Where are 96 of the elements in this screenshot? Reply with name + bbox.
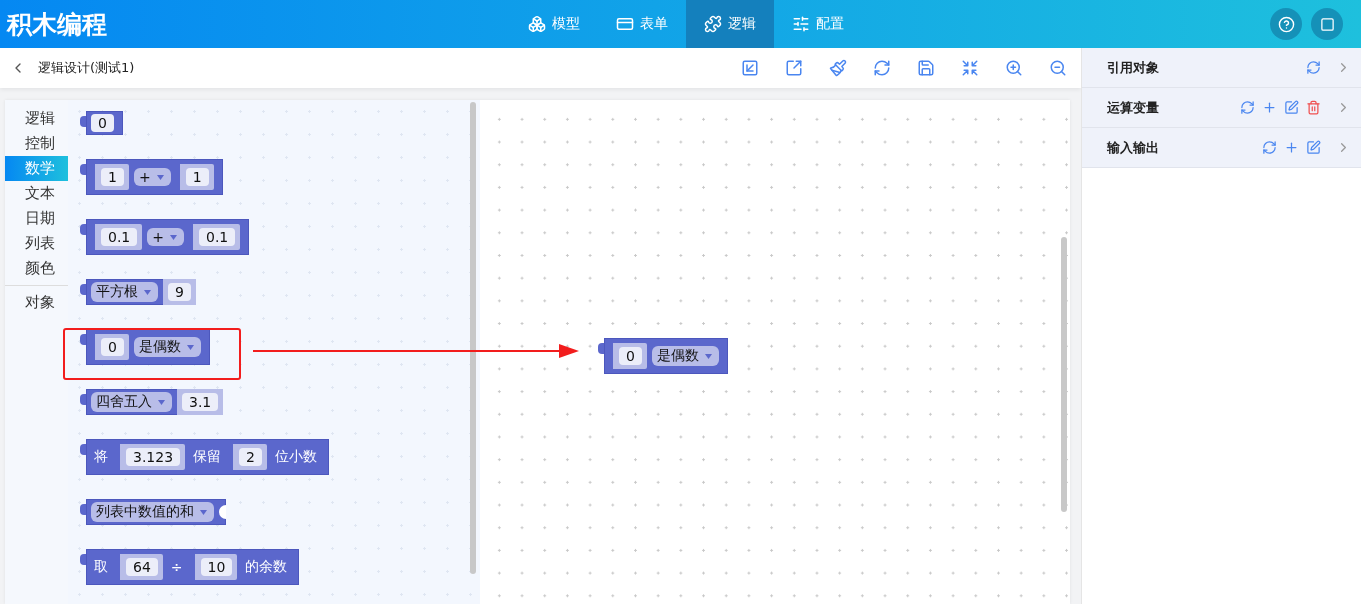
panel-row[interactable]: 引用对象 xyxy=(1082,48,1361,88)
number-field[interactable]: 1 xyxy=(101,168,124,186)
block-connector xyxy=(598,343,604,354)
panel-row[interactable]: 运算变量 xyxy=(1082,88,1361,128)
caret-icon xyxy=(704,353,712,359)
code-block[interactable]: 0.1 + 0.1 xyxy=(86,219,250,255)
help-icon xyxy=(1277,15,1295,33)
edit-icon[interactable] xyxy=(1284,100,1299,115)
panel-title: 输入输出 xyxy=(1107,138,1159,157)
caret-icon xyxy=(186,344,194,350)
block-connector xyxy=(80,504,86,515)
puzzle-icon xyxy=(704,15,722,33)
export-icon[interactable] xyxy=(785,59,803,77)
category-item[interactable]: 日期 xyxy=(5,206,68,231)
card-icon xyxy=(616,15,634,33)
app-title: 积木编程 xyxy=(5,8,108,41)
save-icon[interactable] xyxy=(917,59,935,77)
scrollbar[interactable] xyxy=(1061,237,1067,512)
dropdown[interactable]: 是偶数 xyxy=(133,337,201,357)
category-item[interactable]: 控制 xyxy=(5,131,68,156)
number-field[interactable]: 0.1 xyxy=(101,228,138,246)
panel-title: 引用对象 xyxy=(1107,58,1159,77)
category-item[interactable]: 对象 xyxy=(5,290,68,315)
block-connector xyxy=(80,444,86,455)
trash-icon[interactable] xyxy=(1306,100,1321,115)
caret-icon xyxy=(144,289,151,295)
hexagons-icon xyxy=(528,15,546,33)
refresh-icon[interactable] xyxy=(1306,60,1321,75)
number-field[interactable]: 3.123 xyxy=(126,448,181,466)
square-icon xyxy=(1319,16,1335,32)
caret-icon xyxy=(156,174,164,180)
code-block[interactable]: 0 是偶数 xyxy=(86,329,210,365)
edit-icon[interactable] xyxy=(1306,140,1321,155)
block-connector xyxy=(80,334,86,345)
dropdown[interactable]: + xyxy=(133,168,171,186)
code-block[interactable]: 取 64 ÷ 10 的余数 xyxy=(86,549,300,585)
number-field[interactable]: 0 xyxy=(91,114,114,132)
code-block[interactable]: 四舍五入 3.1 xyxy=(86,389,224,415)
dropdown[interactable]: 列表中数值的和 xyxy=(91,502,214,522)
import-icon[interactable] xyxy=(741,59,759,77)
panel-row[interactable]: 输入输出 xyxy=(1082,128,1361,168)
number-field[interactable]: 3.1 xyxy=(182,393,219,411)
shrink-icon[interactable] xyxy=(961,59,979,77)
block-connector xyxy=(80,116,86,127)
refresh-icon[interactable] xyxy=(1262,140,1277,155)
number-field[interactable]: 9 xyxy=(168,283,191,301)
block-connector xyxy=(80,394,86,405)
code-block[interactable]: 0 xyxy=(86,111,123,135)
dropdown[interactable]: 是偶数 xyxy=(651,346,719,366)
block-label: 的余数 xyxy=(244,558,289,576)
nav-tab[interactable]: 逻辑 xyxy=(686,0,774,48)
block-connector xyxy=(80,554,86,565)
dropdown[interactable]: 四舍五入 xyxy=(91,392,172,412)
plus-icon[interactable] xyxy=(1284,140,1299,155)
code-block[interactable]: 列表中数值的和 xyxy=(86,499,226,525)
number-field[interactable]: 0.1 xyxy=(199,228,236,246)
block-label: 保留 xyxy=(192,448,223,466)
help-button[interactable] xyxy=(1270,8,1302,40)
block-label: 取 xyxy=(93,558,109,576)
category-item[interactable]: 文本 xyxy=(5,181,68,206)
block-connector xyxy=(80,164,86,175)
block-label: 位小数 xyxy=(274,448,318,466)
block-connector xyxy=(80,284,86,295)
dropdown[interactable]: + xyxy=(147,228,184,246)
caret-icon xyxy=(170,234,177,240)
empty-socket xyxy=(219,505,226,519)
dropdown[interactable]: 平方根 xyxy=(91,282,158,302)
number-field[interactable]: 10 xyxy=(200,558,233,576)
code-block[interactable]: 0 是偶数 xyxy=(604,338,728,374)
zoom-in-icon[interactable] xyxy=(1005,59,1023,77)
category-item[interactable]: 颜色 xyxy=(5,256,68,281)
block-label: ÷ xyxy=(169,559,184,575)
number-field[interactable]: 0 xyxy=(101,338,124,356)
code-block[interactable]: 1 + 1 xyxy=(86,159,223,195)
brush-icon[interactable] xyxy=(829,59,847,77)
caret-icon xyxy=(158,399,165,405)
number-field[interactable]: 64 xyxy=(126,558,158,576)
number-field[interactable]: 1 xyxy=(185,168,209,186)
code-block[interactable]: 平方根 9 xyxy=(86,279,196,305)
category-item[interactable]: 逻辑 xyxy=(5,106,68,131)
window-button[interactable] xyxy=(1311,8,1343,40)
number-field[interactable]: 0 xyxy=(619,347,642,365)
caret-icon xyxy=(200,509,207,515)
scrollbar[interactable] xyxy=(470,102,476,574)
refresh-icon[interactable] xyxy=(873,59,891,77)
number-field[interactable]: 2 xyxy=(239,448,262,466)
plus-icon[interactable] xyxy=(1262,100,1277,115)
block-label: 将 xyxy=(93,448,109,466)
panel-title: 运算变量 xyxy=(1107,98,1159,117)
refresh-icon[interactable] xyxy=(1240,100,1255,115)
category-item[interactable]: 列表 xyxy=(5,231,68,256)
page-title: 逻辑设计(测试1) xyxy=(38,59,135,77)
block-connector xyxy=(80,224,86,235)
zoom-out-icon[interactable] xyxy=(1049,59,1067,77)
sliders-icon xyxy=(792,15,810,33)
code-block[interactable]: 将 3.123 保留 2 位小数 xyxy=(86,439,329,475)
